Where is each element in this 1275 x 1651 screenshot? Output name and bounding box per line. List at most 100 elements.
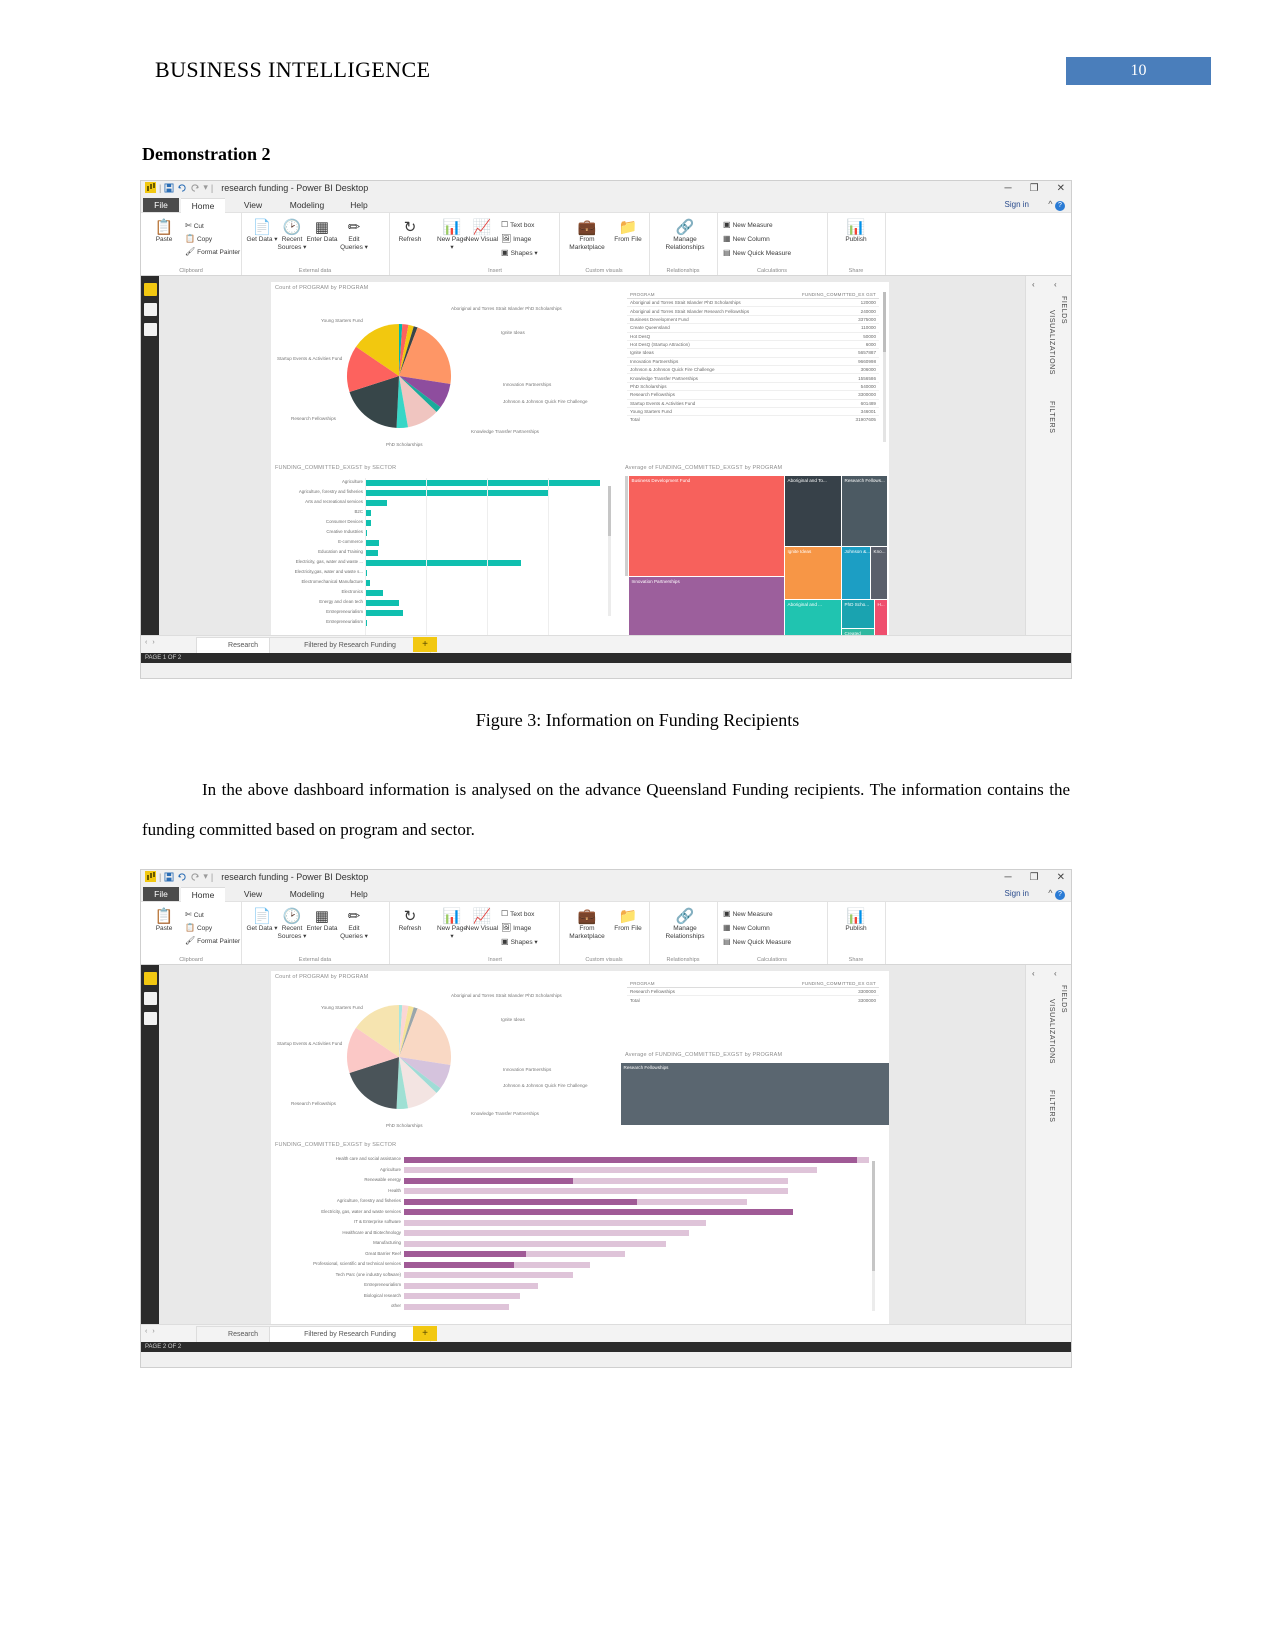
- table-row[interactable]: Aboriginal and Torres Strait Islander Ph…: [627, 298, 879, 308]
- treemap-tile-8[interactable]: PhD Scho...: [842, 600, 874, 628]
- cut-button[interactable]: ✄ Cut: [185, 910, 204, 919]
- add-page-icon[interactable]: +: [413, 1326, 437, 1341]
- chevron-up-icon[interactable]: ^: [1048, 199, 1052, 209]
- page-nav-arrows[interactable]: ‹›: [145, 1328, 160, 1335]
- new-visual-button[interactable]: 📈 New Visual: [465, 908, 499, 933]
- table-row[interactable]: Ignite Ideas 5657887: [627, 348, 879, 358]
- bar-chart-row[interactable]: other: [271, 1302, 889, 1313]
- tab-modeling[interactable]: Modeling: [279, 887, 335, 901]
- tab-file[interactable]: File: [143, 198, 179, 212]
- new-column-button[interactable]: ▦ New Column: [723, 923, 770, 932]
- visual-pie-chart[interactable]: Count of PROGRAM by PROGRAM Aboriginal a…: [271, 282, 619, 460]
- help-icon[interactable]: ?: [1055, 201, 1065, 211]
- page-tab-filtered[interactable]: Filtered by Research Funding: [269, 1326, 431, 1342]
- from-marketplace-button[interactable]: 💼 From Marketplace: [565, 219, 609, 251]
- table-row[interactable]: PhD Scholarships 540000: [627, 382, 879, 392]
- bar-chart-row[interactable]: Arts and recreational services: [271, 498, 619, 508]
- tab-view[interactable]: View: [233, 887, 273, 901]
- edit-queries-button[interactable]: ✏ Edit Queries ▾: [337, 219, 371, 251]
- tab-file[interactable]: File: [143, 887, 179, 901]
- bar-chart-row[interactable]: Agriculture: [271, 478, 619, 488]
- model-view-icon[interactable]: [143, 1012, 157, 1025]
- chevron-left-icon-2[interactable]: ‹: [1054, 969, 1057, 978]
- text-box-button[interactable]: ☐ Text box: [501, 909, 534, 918]
- report-view-icon[interactable]: [143, 972, 157, 985]
- maximize-button[interactable]: ❐: [1030, 181, 1039, 197]
- bar-chart-row[interactable]: Manufacturing: [271, 1239, 889, 1250]
- bar-scrollbar[interactable]: [608, 486, 611, 616]
- text-box-button[interactable]: ☐ Text box: [501, 220, 534, 229]
- new-measure-button[interactable]: ▣ New Measure: [723, 909, 773, 918]
- model-view-icon[interactable]: [143, 323, 157, 336]
- report-view-icon[interactable]: [143, 283, 157, 296]
- help-icon[interactable]: ?: [1055, 890, 1065, 900]
- treemap-tile-4[interactable]: Ignite Ideas: [785, 547, 841, 599]
- table-row[interactable]: Innovation Partnerships 9660998: [627, 357, 879, 367]
- sign-in-link[interactable]: Sign in: [1005, 887, 1029, 901]
- table-row[interactable]: Young Starters Fund 346001: [627, 407, 879, 417]
- table-row[interactable]: Business Development Fund 3375000: [627, 315, 879, 325]
- sign-in-link[interactable]: Sign in: [1005, 198, 1029, 212]
- bar-chart-row[interactable]: Healthcare and Biotechnology: [271, 1229, 889, 1240]
- visual-treemap-2[interactable]: Average of FUNDING_COMMITTED_EXGST by PR…: [621, 1049, 889, 1139]
- bar-chart-row[interactable]: Biological research: [271, 1292, 889, 1303]
- from-file-button[interactable]: 📁 From File: [611, 908, 645, 933]
- bar-chart-row[interactable]: E-commerce: [271, 538, 619, 548]
- enter-data-button[interactable]: ▦ Enter Data: [305, 908, 339, 933]
- table-row[interactable]: Research Fellowships 3300000: [627, 390, 879, 400]
- manage-relationships-button[interactable]: 🔗 Manage Relationships: [663, 219, 707, 251]
- bar-chart-row[interactable]: Entrepreneurialism: [271, 608, 619, 618]
- pane-fields[interactable]: FIELDS: [1060, 296, 1067, 324]
- tab-help[interactable]: Help: [341, 198, 377, 212]
- paste-button[interactable]: 📋 Paste: [147, 908, 181, 933]
- new-column-button[interactable]: ▦ New Column: [723, 234, 770, 243]
- treemap-tile-3[interactable]: Research Fellows...: [842, 476, 887, 546]
- new-quick-measure-button[interactable]: ▤ New Quick Measure: [723, 937, 791, 946]
- manage-relationships-button[interactable]: 🔗 Manage Relationships: [663, 908, 707, 940]
- new-measure-button[interactable]: ▣ New Measure: [723, 220, 773, 229]
- bar-chart-row[interactable]: Electricity, gas, water and waste servic…: [271, 1208, 889, 1219]
- new-visual-button[interactable]: 📈 New Visual: [465, 219, 499, 244]
- bar-chart-row[interactable]: Electricity,gas, water and waste s...: [271, 568, 619, 578]
- data-view-icon[interactable]: [143, 303, 157, 316]
- bar-chart-row[interactable]: Entrepreneurialism: [271, 618, 619, 628]
- data-view-icon[interactable]: [143, 992, 157, 1005]
- bar-chart-row[interactable]: Energy and clean tech: [271, 598, 619, 608]
- pane-filters[interactable]: FILTERS: [1048, 1090, 1055, 1122]
- chevron-left-icon-1[interactable]: ‹: [1032, 969, 1035, 978]
- visual-bar-chart[interactable]: FUNDING_COMMITTED_EXGST by SECTOR Agricu…: [271, 462, 619, 662]
- minimize-button[interactable]: ─: [1005, 181, 1012, 197]
- recent-sources-button[interactable]: 🕑 Recent Sources ▾: [275, 219, 309, 251]
- table-scrollbar[interactable]: [883, 292, 886, 442]
- image-button[interactable]: 🖼 Image: [501, 234, 531, 243]
- visual-table[interactable]: PROGRAM FUNDING_COMMITTED_EX GST Aborigi…: [621, 282, 889, 460]
- close-button[interactable]: ✕: [1057, 181, 1065, 197]
- bar-chart-row[interactable]: Creative Industries: [271, 528, 619, 538]
- refresh-button[interactable]: ↻ Refresh: [393, 219, 427, 244]
- bar-chart-row[interactable]: Agriculture, forestry and fisheries: [271, 488, 619, 498]
- bar-chart-row[interactable]: Electronics: [271, 588, 619, 598]
- pane-visualizations[interactable]: VISUALIZATIONS: [1048, 310, 1055, 375]
- bar-chart-row[interactable]: IT & Enterprise software: [271, 1218, 889, 1229]
- table-row[interactable]: Aboriginal and Torres Strait Islander Re…: [627, 306, 879, 316]
- get-data-button[interactable]: 📄 Get Data ▾: [245, 219, 279, 244]
- publish-button[interactable]: 📊 Publish: [839, 219, 873, 244]
- bar-chart-row[interactable]: Entrepreneurialism: [271, 1281, 889, 1292]
- visual-bar-chart-2[interactable]: FUNDING_COMMITTED_EXGST by SECTOR Health…: [271, 1139, 889, 1351]
- format-painter-button[interactable]: 🖌 Format Painter: [185, 936, 240, 945]
- get-data-button[interactable]: 📄 Get Data ▾: [245, 908, 279, 933]
- visual-table-2[interactable]: PROGRAM FUNDING_COMMITTED_EX GST Researc…: [621, 971, 889, 1046]
- bar-chart-row[interactable]: Electricity, gas, water and waste ...: [271, 558, 619, 568]
- bar-chart-row[interactable]: Agriculture, forestry and fisheries: [271, 1197, 889, 1208]
- table-row[interactable]: Hot DesQ 50000: [627, 332, 879, 341]
- image-button[interactable]: 🖼 Image: [501, 923, 531, 932]
- treemap-scrollbar[interactable]: [625, 476, 628, 576]
- publish-button[interactable]: 📊 Publish: [839, 908, 873, 933]
- bar-chart-row[interactable]: Professional, scientific and technical s…: [271, 1260, 889, 1271]
- from-marketplace-button[interactable]: 💼 From Marketplace: [565, 908, 609, 940]
- table-row[interactable]: Create Queensland 110000: [627, 323, 879, 333]
- page-tab-filtered[interactable]: Filtered by Research Funding: [269, 637, 431, 653]
- new-page-button[interactable]: 📊 New Page ▾: [435, 219, 469, 251]
- add-page-icon[interactable]: +: [413, 637, 437, 652]
- shapes-button[interactable]: ▣ Shapes ▾: [501, 937, 538, 946]
